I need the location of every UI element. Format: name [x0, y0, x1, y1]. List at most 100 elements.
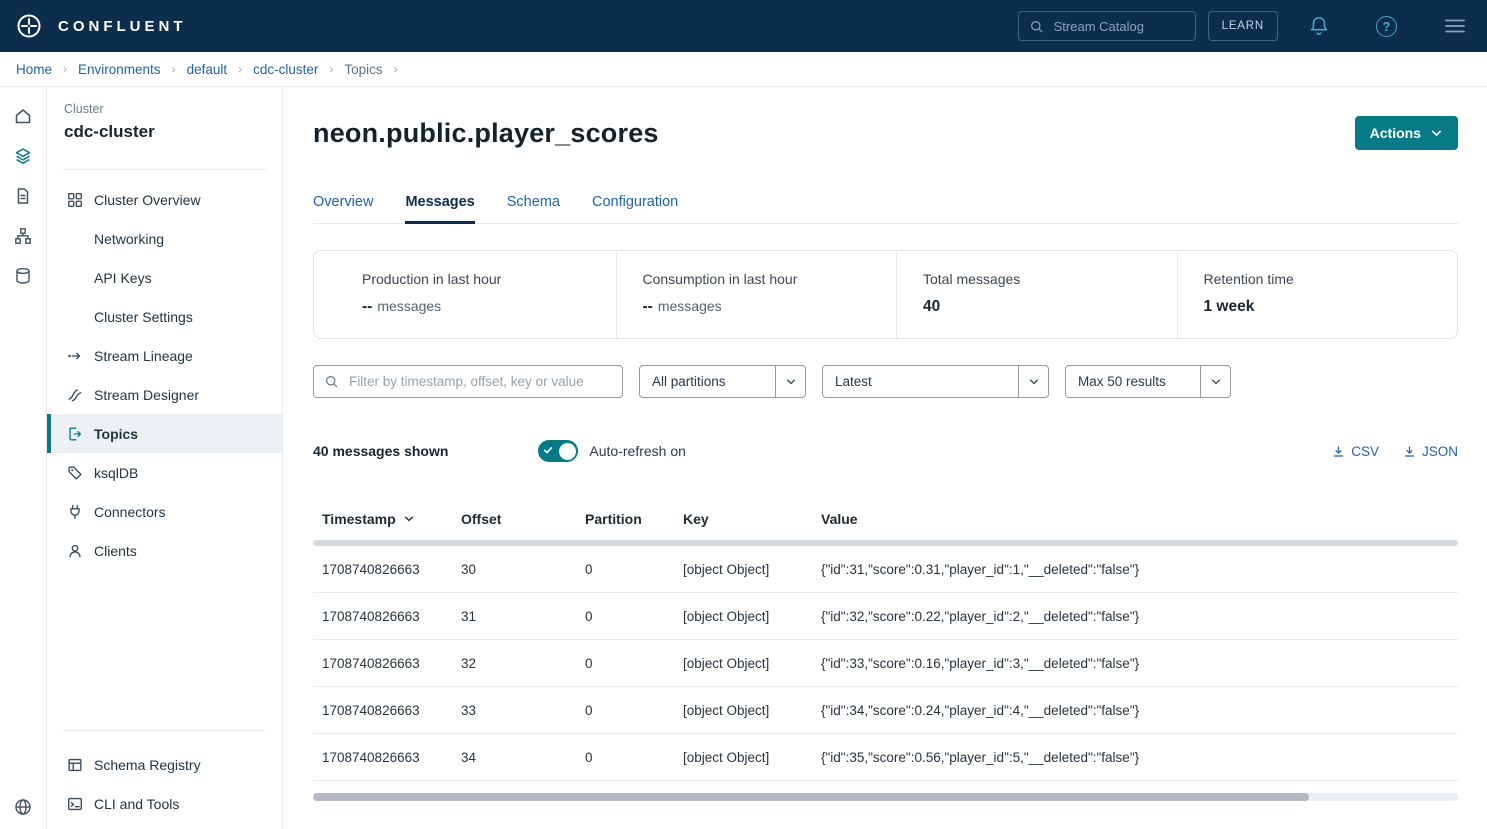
message-filter-search[interactable] — [313, 365, 623, 398]
topic-tabs: Overview Messages Schema Configuration — [313, 194, 1458, 224]
message-filter-input[interactable] — [347, 373, 612, 390]
table-row[interactable]: 1708740826663 33 0 [object Object] {"id"… — [313, 687, 1458, 734]
breadcrumb: Home › Environments › default › cdc-clus… — [0, 52, 1487, 87]
sidebar-item-stream-lineage[interactable]: Stream Lineage — [47, 336, 282, 375]
stat-retention-time: Retention time 1 week — [1177, 251, 1458, 338]
stat-label: Retention time — [1204, 271, 1458, 287]
cell-timestamp: 1708740826663 — [322, 562, 461, 577]
search-icon — [324, 374, 339, 389]
cell-offset: 33 — [461, 703, 585, 718]
auto-refresh-label: Auto-refresh on — [589, 443, 686, 459]
schema-registry-icon — [65, 755, 85, 775]
tab-configuration[interactable]: Configuration — [592, 194, 678, 223]
stat-suffix: messages — [658, 298, 722, 314]
cell-partition: 0 — [585, 750, 683, 765]
icon-rail — [0, 87, 47, 829]
cell-value: {"id":32,"score":0.22,"player_id":2,"__d… — [821, 609, 1458, 624]
table-row[interactable]: 1708740826663 31 0 [object Object] {"id"… — [313, 593, 1458, 640]
sidebar-item-topics[interactable]: Topics — [47, 414, 282, 453]
top-navbar: CONFLUENT LEARN — [0, 0, 1487, 52]
sidebar-item-networking[interactable]: Networking — [47, 219, 282, 258]
stream-catalog-search[interactable] — [1018, 11, 1196, 41]
workspace-icon[interactable] — [13, 226, 33, 246]
breadcrumb-home[interactable]: Home — [16, 62, 52, 77]
cell-value: {"id":31,"score":0.31,"player_id":1,"__d… — [821, 562, 1458, 577]
globe-icon[interactable] — [13, 797, 33, 817]
stat-label: Total messages — [923, 271, 1177, 287]
download-csv-link[interactable]: CSV — [1332, 444, 1379, 459]
result-limit-select[interactable]: Max 50 results — [1065, 365, 1231, 398]
cell-key: [object Object] — [683, 750, 821, 765]
cell-partition: 0 — [585, 609, 683, 624]
column-header-timestamp[interactable]: Timestamp — [322, 511, 461, 527]
help-icon[interactable] — [1376, 16, 1397, 37]
sidebar-item-stream-designer[interactable]: Stream Designer — [47, 375, 282, 414]
cell-offset: 32 — [461, 656, 585, 671]
breadcrumb-topics[interactable]: Topics — [344, 62, 382, 77]
breadcrumb-cdc-cluster[interactable]: cdc-cluster — [253, 62, 318, 77]
sidebar-item-schema-registry[interactable]: Schema Registry — [47, 745, 282, 784]
sidebar-item-label: Cluster Settings — [94, 309, 193, 325]
topics-icon — [65, 424, 85, 444]
divider — [63, 730, 266, 731]
breadcrumb-default[interactable]: default — [187, 62, 228, 77]
confluent-logo-icon[interactable] — [16, 13, 42, 39]
cell-offset: 30 — [461, 562, 585, 577]
partitions-select[interactable]: All partitions — [639, 365, 806, 398]
document-icon[interactable] — [13, 186, 33, 206]
table-row[interactable]: 1708740826663 30 0 [object Object] {"id"… — [313, 546, 1458, 593]
stats-card: Production in last hour --messages Consu… — [313, 250, 1458, 339]
tab-schema[interactable]: Schema — [507, 194, 560, 223]
tab-overview[interactable]: Overview — [313, 194, 373, 223]
sidebar-item-cli-and-tools[interactable]: CLI and Tools — [47, 784, 282, 823]
sidebar-footer: Schema Registry CLI and Tools — [47, 730, 282, 829]
stream-catalog-input[interactable] — [1052, 18, 1185, 35]
sidebar-item-label: Schema Registry — [94, 757, 201, 773]
designer-icon — [65, 385, 85, 405]
brand-name: CONFLUENT — [58, 18, 187, 35]
cell-timestamp: 1708740826663 — [322, 656, 461, 671]
messages-toolbar: 40 messages shown Auto-refresh on CSV — [313, 440, 1458, 462]
auto-refresh-toggle[interactable] — [538, 440, 578, 462]
partitions-select-value: All partitions — [640, 374, 775, 389]
toggle-knob — [559, 443, 576, 460]
sidebar-item-ksqldb[interactable]: ksqlDB — [47, 453, 282, 492]
sidebar-item-api-keys[interactable]: API Keys — [47, 258, 282, 297]
sidebar-item-label: Connectors — [94, 504, 166, 520]
result-limit-select-value: Max 50 results — [1066, 374, 1200, 389]
chevron-down-icon — [1430, 127, 1443, 140]
cell-key: [object Object] — [683, 656, 821, 671]
breadcrumb-separator: › — [394, 62, 398, 76]
environments-icon[interactable] — [13, 146, 33, 166]
sidebar-item-cluster-overview[interactable]: Cluster Overview — [47, 180, 282, 219]
sidebar-item-connectors[interactable]: Connectors — [47, 492, 282, 531]
cell-timestamp: 1708740826663 — [322, 703, 461, 718]
download-json-link[interactable]: JSON — [1403, 444, 1458, 459]
sidebar-item-cluster-settings[interactable]: Cluster Settings — [47, 297, 282, 336]
page-title: neon.public.player_scores — [313, 118, 659, 149]
learn-button[interactable]: LEARN — [1208, 11, 1278, 41]
column-header-offset: Offset — [461, 511, 585, 527]
table-row[interactable]: 1708740826663 34 0 [object Object] {"id"… — [313, 734, 1458, 781]
notifications-bell-icon[interactable] — [1308, 15, 1330, 37]
cell-key: [object Object] — [683, 609, 821, 624]
breadcrumb-environments[interactable]: Environments — [78, 62, 161, 77]
hamburger-menu-icon[interactable] — [1443, 14, 1467, 38]
chevron-down-icon — [1200, 366, 1230, 397]
home-icon[interactable] — [13, 106, 33, 126]
terminal-icon — [65, 794, 85, 814]
message-order-select[interactable]: Latest — [822, 365, 1049, 398]
sidebar-item-label: Clients — [94, 543, 137, 559]
stat-value: 40 — [923, 298, 940, 315]
sidebar-item-clients[interactable]: Clients — [47, 531, 282, 570]
message-order-select-value: Latest — [823, 374, 1018, 389]
scrollbar-thumb[interactable] — [313, 793, 1309, 801]
database-icon[interactable] — [13, 266, 33, 286]
tab-messages[interactable]: Messages — [405, 194, 474, 223]
main-content: neon.public.player_scores Actions Overvi… — [283, 87, 1487, 829]
cell-partition: 0 — [585, 562, 683, 577]
actions-button[interactable]: Actions — [1355, 116, 1458, 150]
table-row[interactable]: 1708740826663 32 0 [object Object] {"id"… — [313, 640, 1458, 687]
cell-offset: 34 — [461, 750, 585, 765]
stat-value: -- — [362, 298, 372, 315]
